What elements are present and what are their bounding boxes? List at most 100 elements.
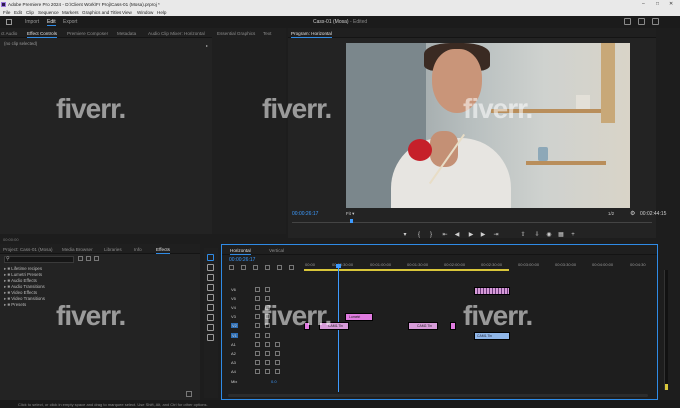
add-marker-icon[interactable]	[265, 265, 270, 270]
tab-effect-controls[interactable]: Effect Controls	[27, 31, 58, 38]
captions-icon[interactable]	[289, 265, 294, 270]
track-a4[interactable]: A4	[225, 367, 305, 376]
mute-icon[interactable]	[255, 342, 260, 347]
quick-export-icon[interactable]	[638, 18, 645, 25]
home-icon[interactable]	[6, 19, 12, 25]
menu-help[interactable]: Help	[157, 10, 166, 15]
pen-tool-icon[interactable]	[207, 304, 214, 311]
menu-sequence[interactable]: Sequence	[38, 10, 59, 15]
work-area-bar[interactable]	[304, 269, 509, 271]
camera-icon[interactable]: ◉	[546, 232, 552, 238]
lift-icon[interactable]: ⇧	[520, 232, 526, 238]
track-a1[interactable]: A1	[225, 340, 305, 349]
clip-cam2[interactable]: CAM2.Tin	[408, 322, 438, 330]
playhead-marker[interactable]	[350, 219, 353, 223]
tab-audio-prefix[interactable]: ct Audio	[1, 31, 17, 36]
fullscreen-icon[interactable]	[652, 18, 659, 25]
hand-tool-icon[interactable]	[207, 324, 214, 331]
tab-project[interactable]: Project: Cass-01 (Mosa)	[3, 247, 53, 252]
track-a2[interactable]: A2	[225, 349, 305, 358]
play-icon[interactable]: ▶	[468, 232, 474, 238]
new-item-icon[interactable]	[186, 391, 192, 397]
selection-tool-icon[interactable]	[207, 254, 214, 261]
quality-dropdown[interactable]: 1/2	[608, 211, 614, 216]
menu-window[interactable]: Window	[137, 10, 153, 15]
effects-filter-icons[interactable]	[78, 256, 108, 262]
track-v6[interactable]: V6	[225, 285, 305, 294]
tab-libraries[interactable]: Libraries	[104, 247, 122, 252]
timeline-timecode[interactable]: 00:00:26:17	[229, 257, 255, 263]
menu-file[interactable]: File	[3, 10, 10, 15]
fit-dropdown[interactable]: Fit ▾	[346, 211, 354, 217]
tab-essential-graphics[interactable]: Essential Graphics	[217, 31, 255, 36]
ripple-edit-tool-icon[interactable]	[207, 274, 214, 281]
tab-metadata[interactable]: Metadata	[117, 31, 136, 36]
marker-icon[interactable]: ▾	[402, 232, 408, 238]
32bit-icon[interactable]	[86, 256, 91, 261]
clip-lumetri[interactable]: Lumetri	[345, 313, 373, 321]
program-timecode[interactable]: 00:00:26:17	[292, 211, 318, 217]
tab-program[interactable]: Program: Horizontal	[291, 31, 332, 38]
menu-clip[interactable]: Clip	[26, 10, 34, 15]
nest-icon[interactable]	[229, 265, 234, 270]
mic-icon[interactable]	[275, 342, 280, 347]
accelerated-icon[interactable]	[78, 256, 83, 261]
rectangle-tool-icon[interactable]	[207, 314, 214, 321]
track-v1[interactable]: V1	[225, 331, 305, 340]
tab-audio-clip-mixer[interactable]: Audio Clip Mixer: Horizontal	[148, 31, 205, 36]
workspace-edit[interactable]: Edit	[47, 19, 56, 26]
menu-graphics[interactable]: Graphics and Titles	[82, 10, 121, 15]
comparison-icon[interactable]: ▦	[558, 232, 564, 238]
tab-vertical-sequence[interactable]: Vertical	[269, 248, 284, 253]
timeline-scrollbar[interactable]	[228, 394, 648, 397]
workspaces-icon[interactable]	[624, 18, 631, 25]
lock-icon[interactable]	[255, 305, 260, 310]
close-icon[interactable]: ✕	[669, 1, 673, 7]
mic-icon[interactable]	[275, 369, 280, 374]
tab-media-browser[interactable]: Media Browser	[62, 247, 93, 252]
slip-tool-icon[interactable]	[207, 294, 214, 301]
menu-edit[interactable]: Edit	[14, 10, 22, 15]
playhead-handle[interactable]	[336, 264, 341, 268]
effects-search-input[interactable]: ⚲	[4, 256, 74, 263]
extract-icon[interactable]: ⇩	[534, 232, 540, 238]
mic-icon[interactable]	[275, 351, 280, 356]
mute-icon[interactable]	[255, 369, 260, 374]
go-to-out-icon[interactable]: ⇥	[493, 232, 499, 238]
eye-icon[interactable]	[265, 333, 270, 338]
lock-icon[interactable]	[255, 333, 260, 338]
go-to-in-icon[interactable]: ⇤	[442, 232, 448, 238]
mute-icon[interactable]	[255, 360, 260, 365]
step-back-icon[interactable]: ◀	[454, 232, 460, 238]
lock-icon[interactable]	[255, 296, 260, 301]
menu-markers[interactable]: Markers	[62, 10, 79, 15]
razor-tool-icon[interactable]	[207, 284, 214, 291]
track-a3[interactable]: A3	[225, 358, 305, 367]
clip-audio[interactable]: CAM1.Tin	[474, 332, 510, 340]
timeline-settings-icon[interactable]	[277, 265, 282, 270]
tab-info[interactable]: Info	[134, 247, 142, 252]
workspace-export[interactable]: Export	[63, 19, 77, 25]
clip-pink-right[interactable]	[450, 322, 456, 330]
maximize-icon[interactable]: □	[656, 1, 659, 7]
track-mix[interactable]: Mix 0.0	[225, 377, 305, 386]
expand-arrow-icon[interactable]: ▸	[206, 43, 208, 48]
menu-view[interactable]: View	[122, 10, 132, 15]
button-editor-icon[interactable]: +	[570, 232, 576, 238]
solo-icon[interactable]	[265, 369, 270, 374]
mix-value[interactable]: 0.0	[271, 379, 277, 384]
lock-icon[interactable]	[255, 323, 260, 328]
step-forward-icon[interactable]: ▶	[480, 232, 486, 238]
type-tool-icon[interactable]	[207, 334, 214, 341]
tab-effects[interactable]: Effects	[156, 247, 170, 254]
program-scrub-bar[interactable]	[292, 220, 652, 223]
solo-icon[interactable]	[265, 342, 270, 347]
workspace-import[interactable]: Import	[25, 19, 39, 25]
tab-horizontal-sequence[interactable]: Horizontal	[230, 248, 251, 255]
settings-icon[interactable]: ⚙	[630, 210, 635, 217]
out-point-icon[interactable]: }	[428, 232, 434, 238]
track-select-tool-icon[interactable]	[207, 264, 214, 271]
solo-icon[interactable]	[265, 360, 270, 365]
tab-premiere-composer[interactable]: Premiere Composer	[67, 31, 108, 36]
mic-icon[interactable]	[275, 360, 280, 365]
